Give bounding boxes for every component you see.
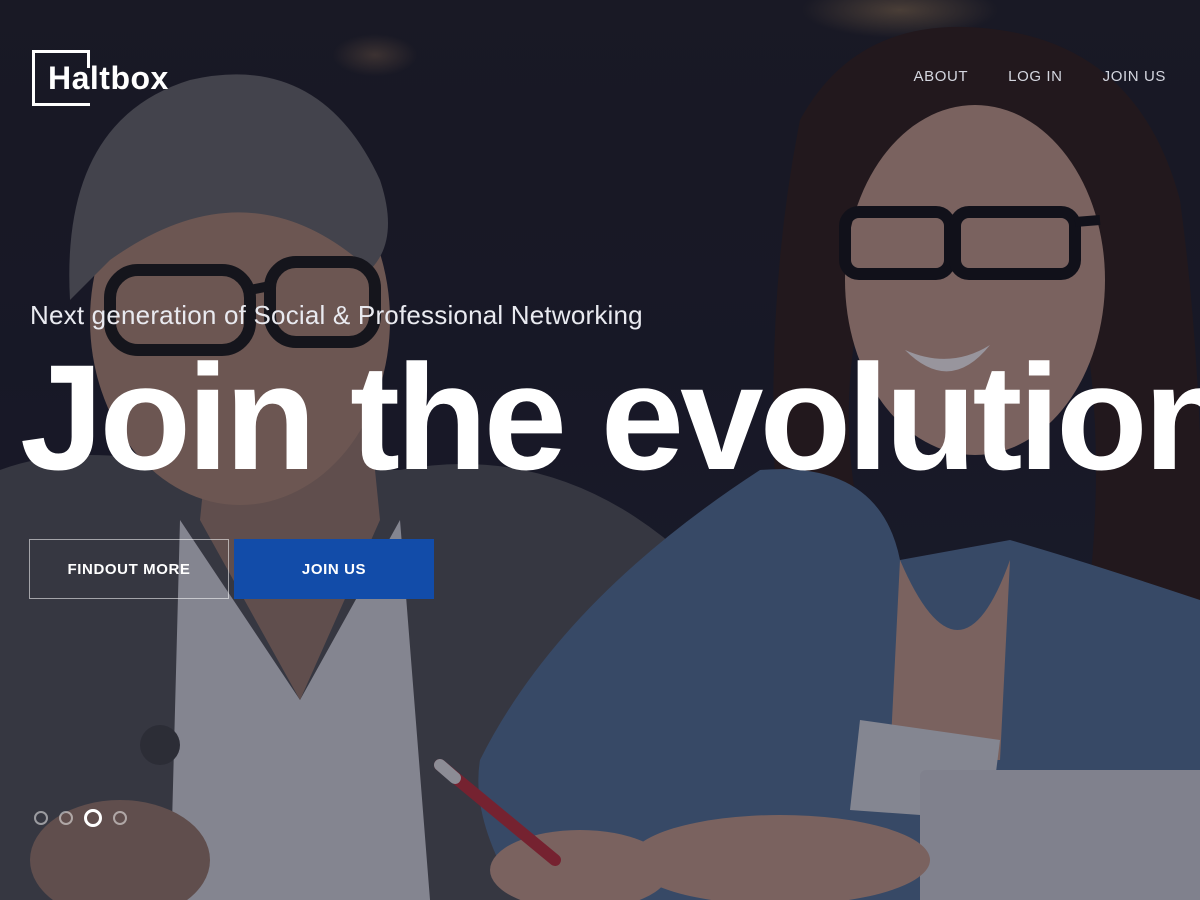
brand-name: Haltbox: [48, 60, 169, 96]
slide-dot-4-circle-icon[interactable]: [113, 811, 127, 825]
slide-dot-1-circle-icon[interactable]: [34, 811, 48, 825]
slide-dot-2-circle-icon[interactable]: [59, 811, 73, 825]
logo[interactable]: Haltbox: [32, 50, 168, 106]
nav-log-in[interactable]: LOG IN: [1008, 68, 1062, 85]
findout-more-button[interactable]: FINDOUT MORE: [29, 539, 229, 599]
slider-dots: [34, 809, 127, 827]
hero-tagline: Next generation of Social & Professional…: [30, 300, 643, 330]
join-us-button[interactable]: JOIN US: [234, 539, 434, 599]
nav-join-us[interactable]: JOIN US: [1103, 68, 1166, 85]
slide-dot-3-circle-icon[interactable]: [84, 809, 102, 827]
main-nav: ABOUT LOG IN JOIN US: [913, 68, 1166, 85]
hero-headline: Join the evolution: [20, 333, 1200, 501]
nav-about[interactable]: ABOUT: [913, 68, 968, 85]
